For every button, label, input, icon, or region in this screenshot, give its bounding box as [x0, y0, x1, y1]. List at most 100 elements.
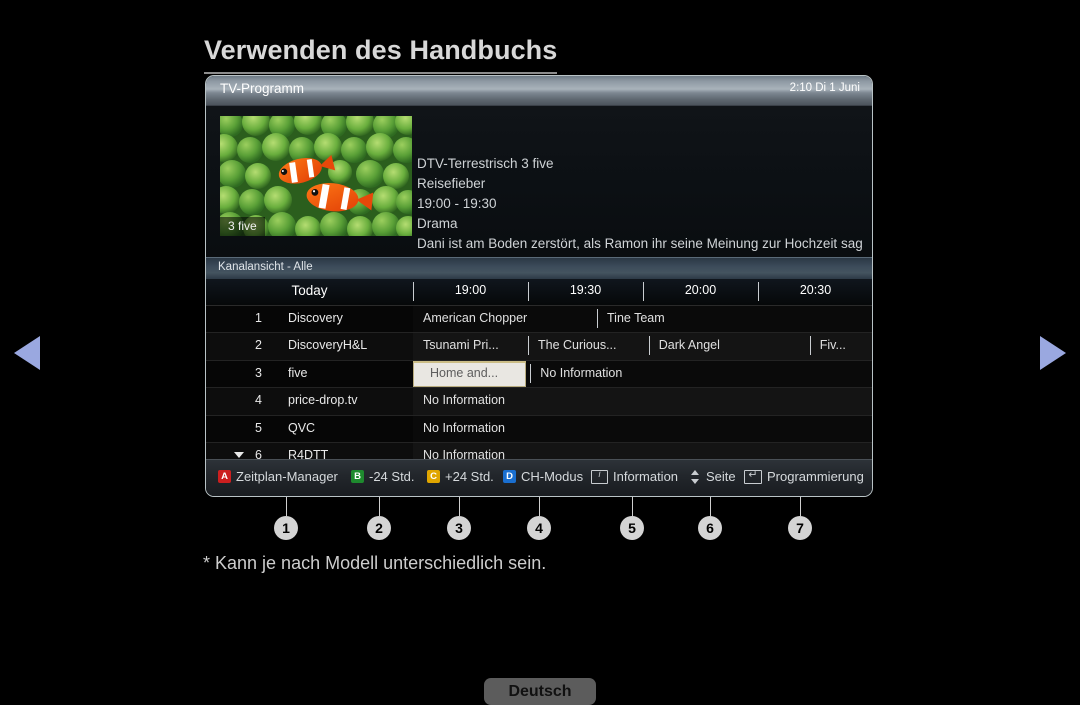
- up-down-arrows-icon: [690, 469, 701, 484]
- program-label: No Information: [423, 420, 505, 435]
- program-cell[interactable]: American Chopper: [413, 306, 597, 332]
- key-action-ch-modus[interactable]: D CH-Modus: [503, 469, 583, 484]
- key-action-label: Seite: [706, 469, 736, 484]
- program-genre: Drama: [417, 216, 458, 231]
- program-cell[interactable]: No Information: [413, 416, 872, 442]
- channel-cell[interactable]: 3 five: [206, 360, 413, 388]
- key-action-24-std[interactable]: C +24 Std.: [427, 469, 494, 484]
- color-key-badge-d: D: [503, 470, 516, 483]
- program-cell[interactable]: No Information: [413, 388, 872, 414]
- program-info-block: DTV-Terrestrisch 3 five Reisefieber 19:0…: [417, 154, 862, 254]
- program-label: The Curious...: [538, 338, 617, 353]
- key-action-label: -24 Std.: [369, 469, 415, 484]
- program-label: Fiv...: [819, 338, 846, 353]
- time-header-cell: 19:00: [454, 283, 487, 297]
- preview-thumbnail: 3 five: [220, 116, 412, 236]
- time-header-cell: 20:00: [684, 283, 717, 297]
- callout-marker-5: 5: [620, 516, 644, 540]
- program-label: Home and...: [430, 365, 499, 380]
- key-action-zeitplan-manager[interactable]: A Zeitplan-Manager: [218, 469, 338, 484]
- program-cell[interactable]: Fiv...: [809, 333, 872, 359]
- channel-name: Discovery: [288, 311, 343, 325]
- channel-number: 5: [255, 420, 262, 435]
- thumbnail-channel-label: 3 five: [220, 217, 265, 236]
- key-action-label: Information: [613, 469, 679, 484]
- channel-view-label: Kanalansicht - Alle: [218, 261, 313, 273]
- panel-clock: 2:10 Di 1 Juni: [789, 82, 860, 94]
- color-key-badge-b: B: [351, 470, 364, 483]
- program-label: No Information: [423, 393, 505, 408]
- program-cell[interactable]: No Information: [530, 361, 872, 387]
- program-time: 19:00 - 19:30: [417, 196, 497, 211]
- program-divider: [648, 336, 650, 356]
- key-action-programmierung[interactable]: Programmierung: [744, 468, 864, 484]
- program-divider: [597, 309, 598, 328]
- program-divider: [530, 363, 532, 383]
- program-label: Tine Team: [607, 311, 665, 325]
- callout-leader-line: [632, 497, 633, 516]
- program-label: No Information: [540, 365, 623, 380]
- channel-number: 2: [255, 338, 262, 353]
- callout-leader-line: [710, 497, 711, 516]
- program-cell[interactable]: Dark Angel: [648, 333, 810, 359]
- table-row[interactable]: 1 Discovery American Chopper Tine Team: [206, 306, 872, 334]
- channel-name: five: [288, 365, 308, 380]
- key-action-24-std[interactable]: B -24 Std.: [351, 469, 415, 484]
- key-action-information[interactable]: Information: [591, 469, 678, 484]
- callout-leader-line: [459, 497, 460, 516]
- callout-marker-7: 7: [788, 516, 812, 540]
- channel-cell[interactable]: 1 Discovery: [206, 306, 413, 333]
- triangle-right-icon[interactable]: [1040, 336, 1066, 370]
- channel-name: QVC: [288, 420, 316, 435]
- table-row[interactable]: 2 DiscoveryH&L Tsunami Pri... The Curious..…: [206, 333, 872, 361]
- enter-key-icon: [744, 468, 762, 484]
- program-cell[interactable]: Tsunami Pri...: [413, 333, 528, 359]
- program-divider: [528, 336, 529, 356]
- time-header-cell: 19:30: [569, 283, 602, 297]
- language-button[interactable]: Deutsch: [484, 678, 596, 705]
- program-description: Dani ist am Boden zerstört, als Ramon ih…: [417, 236, 862, 251]
- triangle-left-icon[interactable]: [14, 336, 40, 370]
- table-row[interactable]: 5 QVC No Information: [206, 415, 872, 443]
- info-box-icon: [591, 469, 608, 484]
- channel-view-bar[interactable]: Kanalansicht - Alle: [206, 257, 872, 279]
- key-action-label: Zeitplan-Manager: [236, 469, 338, 484]
- callout-leader-line: [800, 497, 801, 516]
- channel-number: 3: [255, 365, 262, 380]
- channel-cell[interactable]: 5 QVC: [206, 415, 413, 442]
- program-label: Dark Angel: [658, 338, 720, 353]
- callout-leader-line: [379, 497, 380, 516]
- program-divider: [809, 336, 811, 356]
- program-label: American Chopper: [423, 311, 528, 325]
- channel-cell[interactable]: 2 DiscoveryH&L: [206, 333, 413, 360]
- callout-marker-1: 1: [274, 516, 298, 540]
- channel-number: 4: [255, 393, 262, 408]
- time-header-cell: 20:30: [799, 283, 832, 297]
- key-action-label: +24 Std.: [445, 469, 494, 484]
- time-header: Today 19:00 19:30 20:00 20:30: [206, 279, 872, 306]
- program-name: Reisefieber: [417, 176, 486, 191]
- day-header-label: Today: [291, 283, 328, 298]
- program-cell[interactable]: The Curious...: [528, 333, 649, 359]
- program-cell-selected[interactable]: Home and...: [413, 360, 526, 388]
- table-row[interactable]: 4 price-drop.tv No Information: [206, 388, 872, 416]
- key-action-seite[interactable]: Seite: [690, 469, 736, 484]
- callout-leader-line: [286, 497, 287, 516]
- callout-marker-3: 3: [447, 516, 471, 540]
- panel-title: TV-Programm: [220, 81, 305, 96]
- callout-marker-6: 6: [698, 516, 722, 540]
- callout-marker-4: 4: [527, 516, 551, 540]
- channel-cell[interactable]: 4 price-drop.tv: [206, 388, 413, 415]
- color-key-bar: A Zeitplan-Manager B -24 Std. C +24 Std. D CH-M…: [206, 459, 872, 496]
- callout-leader-line: [539, 497, 540, 516]
- program-grid: 1 Discovery American Chopper Tine Team 2 Disc…: [206, 306, 872, 471]
- key-action-label: CH-Modus: [521, 469, 584, 484]
- footnote-text: * Kann je nach Modell unterschiedlich se…: [203, 553, 547, 573]
- screen-root: Verwenden des Handbuchs TV-Programm 2:10…: [0, 0, 1080, 705]
- program-cell[interactable]: Tine Team: [597, 306, 872, 332]
- color-key-badge-a: A: [218, 470, 231, 483]
- table-row[interactable]: 3 five Home and... No Information: [206, 360, 872, 389]
- program-preview: 3 five DTV-Terrestrisch 3 five Reisefieb…: [206, 106, 872, 257]
- page-title: Verwenden des Handbuchs: [204, 34, 558, 75]
- channel-name: DiscoveryH&L: [288, 338, 368, 353]
